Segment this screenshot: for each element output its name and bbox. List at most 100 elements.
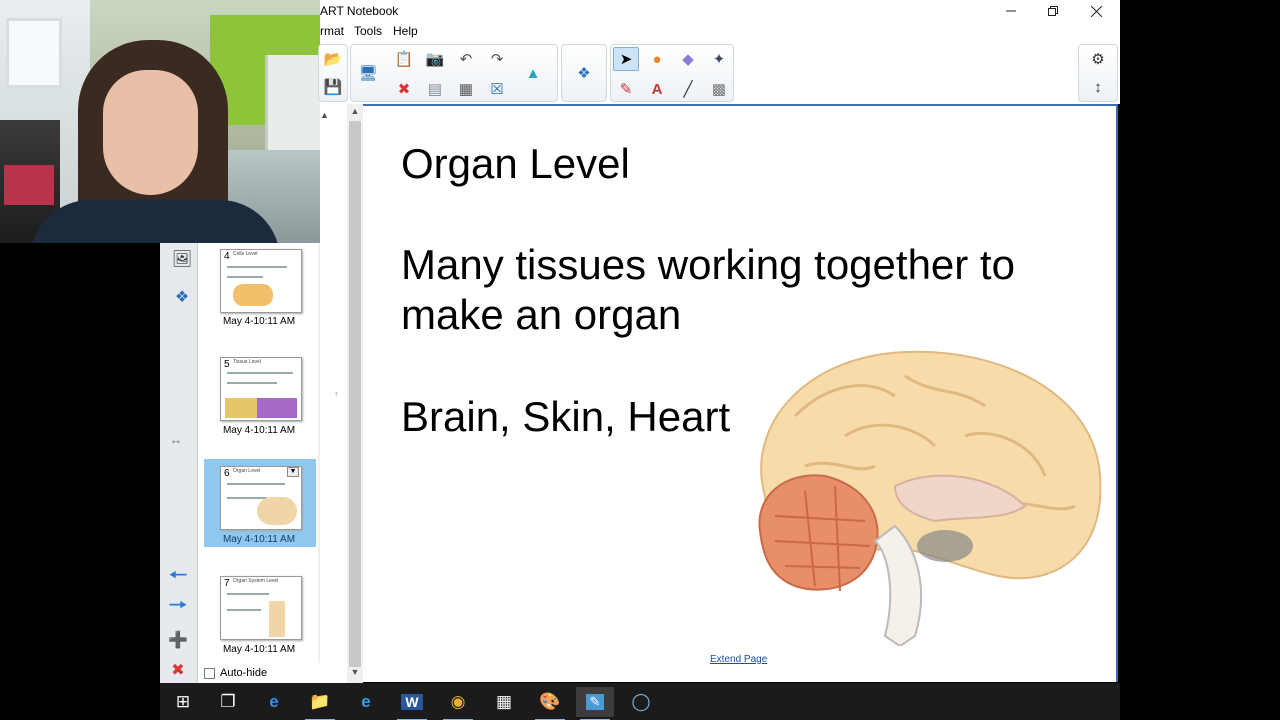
shapes-button[interactable]: ● <box>644 47 670 71</box>
add-page-button[interactable]: ➕ <box>164 626 192 654</box>
close-button[interactable] <box>1074 0 1118 22</box>
chrome-button[interactable]: ◉ <box>439 687 477 720</box>
page-thumbnail-5[interactable]: 5 Tissue Level <box>220 357 302 421</box>
toolbar-group-file: 📂 💾 <box>318 44 348 102</box>
select-button[interactable]: ➤ <box>613 47 639 71</box>
clear-icon: ☒ <box>490 81 504 98</box>
move-toolbar-button[interactable]: ↕ <box>1085 75 1111 99</box>
previous-page-button[interactable]: 🠔 <box>164 562 192 591</box>
menu-format[interactable]: rmat <box>320 24 344 38</box>
thumbnail-body-image <box>269 601 285 637</box>
thumbnail-tissue-image-1 <box>225 398 257 418</box>
settings-button[interactable]: ⚙ <box>1085 47 1111 71</box>
slide-examples[interactable]: Brain, Skin, Heart <box>401 392 730 442</box>
calculator-button[interactable]: ▦ <box>485 687 523 717</box>
undo-button[interactable]: ↶ <box>453 47 479 71</box>
page-thumbnail-6[interactable]: 6 Organ Level ▼ <box>220 466 302 530</box>
settings-icon: ⚙ <box>1091 51 1105 68</box>
menu-tools[interactable]: Tools <box>354 24 382 38</box>
thumbnail-text-line <box>227 266 287 268</box>
pens-button[interactable]: ✎ <box>613 77 639 101</box>
restore-button[interactable] <box>1031 0 1075 22</box>
thumbnail-tissue-image-2 <box>257 398 297 418</box>
paint-button[interactable]: 🎨 <box>531 687 569 720</box>
page-thumbnail-4[interactable]: 4 Cells Level <box>220 249 302 313</box>
slide-definition-line-2[interactable]: make an organ <box>401 290 681 340</box>
minimize-button[interactable] <box>989 0 1033 22</box>
addon-button[interactable]: ❖ <box>571 61 597 85</box>
page-thumbnail-7[interactable]: 7 Organ System Level <box>220 576 302 640</box>
extend-page-link[interactable]: Extend Page <box>710 654 767 665</box>
clear-button[interactable]: ☒ <box>484 77 510 101</box>
file-explorer-button[interactable]: 📁 <box>301 687 339 720</box>
word-icon: W <box>401 694 423 710</box>
smart-notebook-button[interactable]: ✎ <box>576 687 614 720</box>
autohide-checkbox[interactable] <box>204 667 215 679</box>
eraser-icon: ◆ <box>682 51 694 68</box>
menu-help[interactable]: Help <box>393 24 418 38</box>
start-button[interactable]: ⊞ <box>164 687 202 717</box>
menu-bar: rmat Tools Help <box>320 22 1120 40</box>
collapse-up-arrow[interactable]: ▲ <box>320 110 330 120</box>
delete-page-button[interactable]: ✖ <box>164 656 192 684</box>
next-page-button[interactable]: 🠖 <box>164 592 192 621</box>
chevron-up-icon: ▲ <box>320 110 329 120</box>
task-view-button[interactable]: ❐ <box>209 687 247 717</box>
cortana-button[interactable]: ◯ <box>622 687 660 717</box>
open-button[interactable]: 📂 <box>320 47 346 71</box>
insert-screen-button[interactable]: ▤ <box>422 77 448 101</box>
thumbnail-title: Organ Level <box>233 468 261 474</box>
line-icon: ╱ <box>683 81 693 98</box>
autohide-option[interactable]: Auto-hide <box>198 663 320 683</box>
brain-image[interactable] <box>745 346 1105 646</box>
gallery-icon: 🖼 <box>171 251 193 268</box>
side-tab-bar: 🖼 ❖ ↔ 🠔 🠖 ➕ ✖ <box>160 243 198 683</box>
thumbnail-text-line <box>227 497 267 499</box>
screen-shade-button[interactable]: 🖥 <box>355 61 381 85</box>
screen-capture-button[interactable]: 📷 <box>422 47 448 71</box>
word-button[interactable]: W <box>393 687 431 720</box>
edge-button[interactable]: e <box>255 687 293 717</box>
eraser-tool-button[interactable]: ▩ <box>706 77 732 101</box>
minimize-icon <box>1006 10 1016 12</box>
thumbnail-menu-button[interactable]: ▼ <box>287 467 299 477</box>
thumbnail-text-line <box>227 382 277 384</box>
windows-start-icon: ⊞ <box>175 692 191 711</box>
redo-button[interactable]: ↷ <box>484 47 510 71</box>
screen-capture-icon: 📷 <box>425 51 445 68</box>
screen-shade-icon: 🖥 <box>358 65 378 82</box>
redo-icon: ↷ <box>490 51 504 68</box>
resize-icon: ↔ <box>169 431 183 447</box>
page-scrollbar-thumb[interactable] <box>349 121 361 667</box>
thumbnail-text-line <box>227 276 263 278</box>
delete-button[interactable]: ✖ <box>391 77 417 101</box>
insert-screen-icon: ▤ <box>427 81 443 98</box>
chrome-icon: ◉ <box>450 692 466 711</box>
resize-handle[interactable]: ‹ <box>335 388 338 398</box>
thumbnail-number: 4 <box>224 251 230 262</box>
addons-tab[interactable]: ❖ <box>168 283 196 311</box>
magic-pen-button[interactable]: ✦ <box>706 47 732 71</box>
paste-icon: 📋 <box>394 51 414 68</box>
internet-explorer-button[interactable]: e <box>347 687 385 717</box>
page-sorter: 4 Cells Level May 4-10:11 AM 5 Tissue Le… <box>198 243 320 663</box>
line-button[interactable]: ╱ <box>675 77 701 101</box>
text-button[interactable]: A <box>644 77 670 101</box>
slide-definition-line-1[interactable]: Many tissues working together to <box>401 240 1015 290</box>
eraser-icon: ▩ <box>711 81 727 98</box>
page-scroll-up[interactable]: ▲ <box>347 106 363 120</box>
thumbnail-text-line <box>227 609 261 611</box>
full-screen-button[interactable]: ▲ <box>520 61 546 85</box>
delete-icon: ✖ <box>397 81 411 98</box>
page-scroll-down[interactable]: ▼ <box>347 667 363 681</box>
save-button[interactable]: 💾 <box>320 75 346 99</box>
resize-sidebar-handle[interactable]: ↔ <box>162 425 190 453</box>
edge-icon: e <box>269 692 279 711</box>
paste-button[interactable]: 📋 <box>391 47 417 71</box>
eraser-button[interactable]: ◆ <box>675 47 701 71</box>
gallery-tab[interactable]: 🖼 <box>168 245 196 273</box>
smart-notebook-icon: ✎ <box>585 694 605 710</box>
slide-title[interactable]: Organ Level <box>401 139 630 189</box>
whiteboard-page[interactable]: Organ Level Many tissues working togethe… <box>363 104 1118 682</box>
table-button[interactable]: ▦ <box>453 77 479 101</box>
